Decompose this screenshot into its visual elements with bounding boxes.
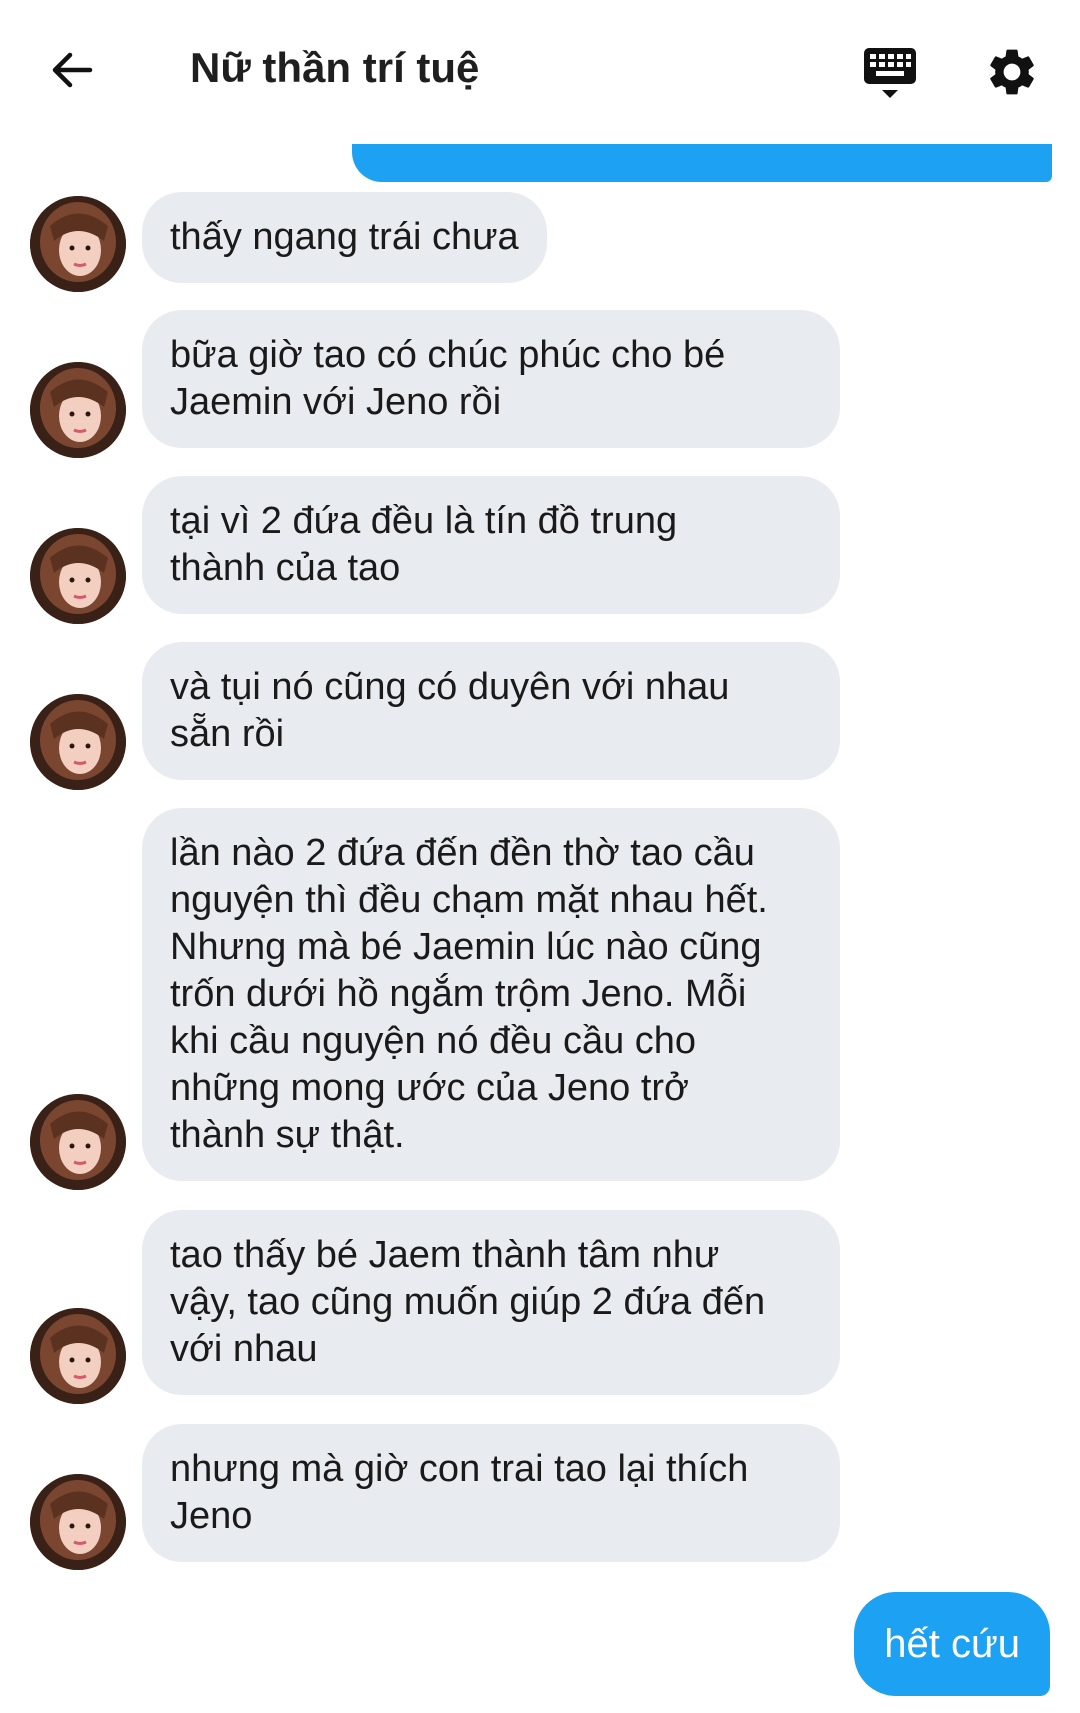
received-message-bubble: bữa giờ tao có chúc phúc cho bé Jaemin v… xyxy=(142,310,840,448)
avatar[interactable] xyxy=(30,1094,126,1190)
chat-title: Nữ thần trí tuệ xyxy=(190,44,480,91)
arrow-left-icon xyxy=(52,52,93,88)
avatar-image xyxy=(30,196,126,292)
avatar-image xyxy=(30,1094,126,1190)
avatar-image xyxy=(30,694,126,790)
chat-header: Nữ thần trí tuệ xyxy=(0,0,1080,140)
received-message-bubble: và tụi nó cũng có duyên với nhau sẵn rồi xyxy=(142,642,840,780)
avatar-image xyxy=(30,1474,126,1570)
keyboard-icon xyxy=(864,48,916,98)
avatar-image xyxy=(30,362,126,458)
received-message-bubble: nhưng mà giờ con trai tao lại thích Jeno xyxy=(142,1424,840,1562)
back-button[interactable] xyxy=(44,42,100,98)
avatar[interactable] xyxy=(30,362,126,458)
avatar-image xyxy=(30,528,126,624)
avatar[interactable] xyxy=(30,528,126,624)
sent-message-bubble-partial xyxy=(352,144,1052,182)
avatar-image xyxy=(30,1308,126,1404)
sent-message-bubble: hết cứu xyxy=(854,1592,1050,1696)
avatar[interactable] xyxy=(30,196,126,292)
avatar[interactable] xyxy=(30,694,126,790)
received-message-bubble: tao thấy bé Jaem thành tâm như vậy, tao … xyxy=(142,1210,840,1395)
received-message-bubble: tại vì 2 đứa đều là tín đồ trung thành c… xyxy=(142,476,840,614)
gear-icon xyxy=(990,49,1034,95)
received-message-bubble: lần nào 2 đứa đến đền thờ tao cầu nguyện… xyxy=(142,808,840,1181)
avatar[interactable] xyxy=(30,1474,126,1570)
avatar[interactable] xyxy=(30,1308,126,1404)
received-message-bubble: thấy ngang trái chưa xyxy=(142,192,547,283)
settings-button[interactable] xyxy=(984,44,1040,100)
keyboard-button[interactable] xyxy=(860,46,920,102)
